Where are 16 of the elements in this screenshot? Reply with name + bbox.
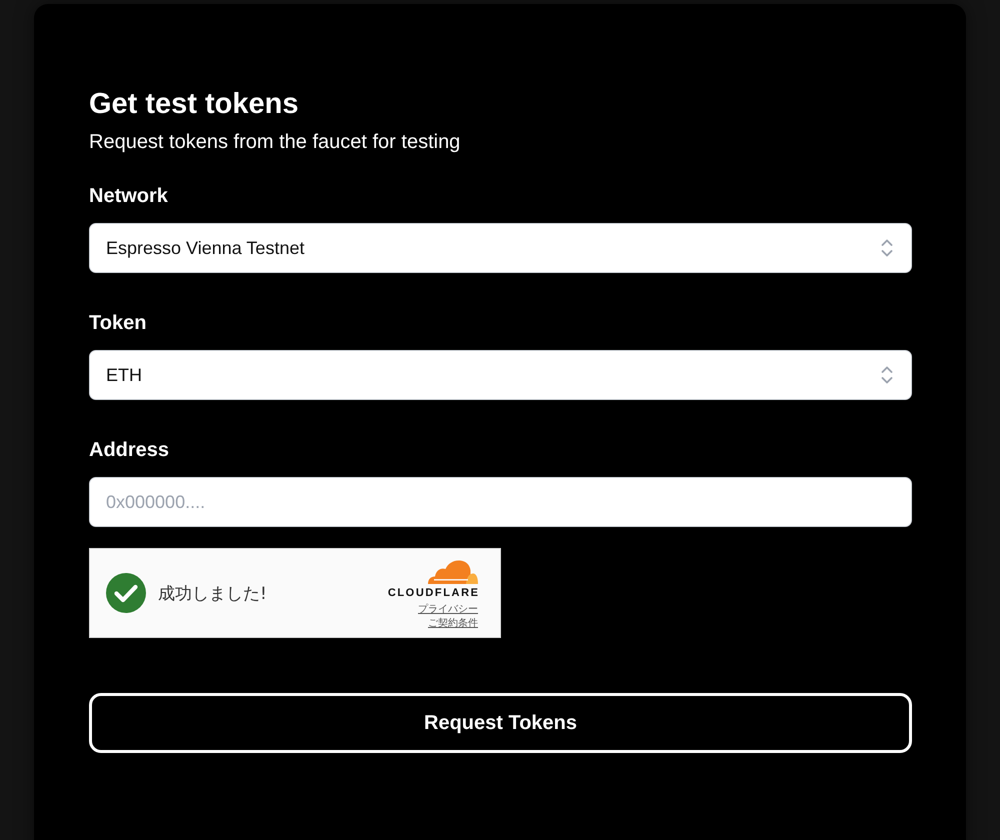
chevron-updown-icon	[881, 365, 893, 385]
field-label: Network	[89, 184, 168, 208]
request-tokens-button[interactable]: Request Tokens	[89, 693, 912, 753]
field-label: Token	[89, 311, 146, 335]
chevron-updown-icon	[881, 238, 893, 258]
form-title: Get test tokens	[89, 87, 298, 122]
form-subtitle: Request tokens from the faucet for testing	[89, 130, 460, 154]
address-input-field[interactable]: 0x000000....	[89, 477, 912, 527]
captcha-footer-link[interactable]: プライバシー	[418, 602, 478, 616]
captcha-status-text: 成功しました!	[158, 582, 267, 604]
dropdown-select[interactable]: Espresso Vienna Testnet	[89, 223, 912, 273]
cloudflare-wordmark: CLOUDFLARE	[388, 586, 480, 600]
field-label: Address	[89, 438, 170, 462]
dropdown-select[interactable]: ETH	[89, 350, 912, 400]
cloud-logo-icon	[426, 560, 478, 584]
captcha-footer-link[interactable]: ご契約条件	[428, 616, 478, 630]
